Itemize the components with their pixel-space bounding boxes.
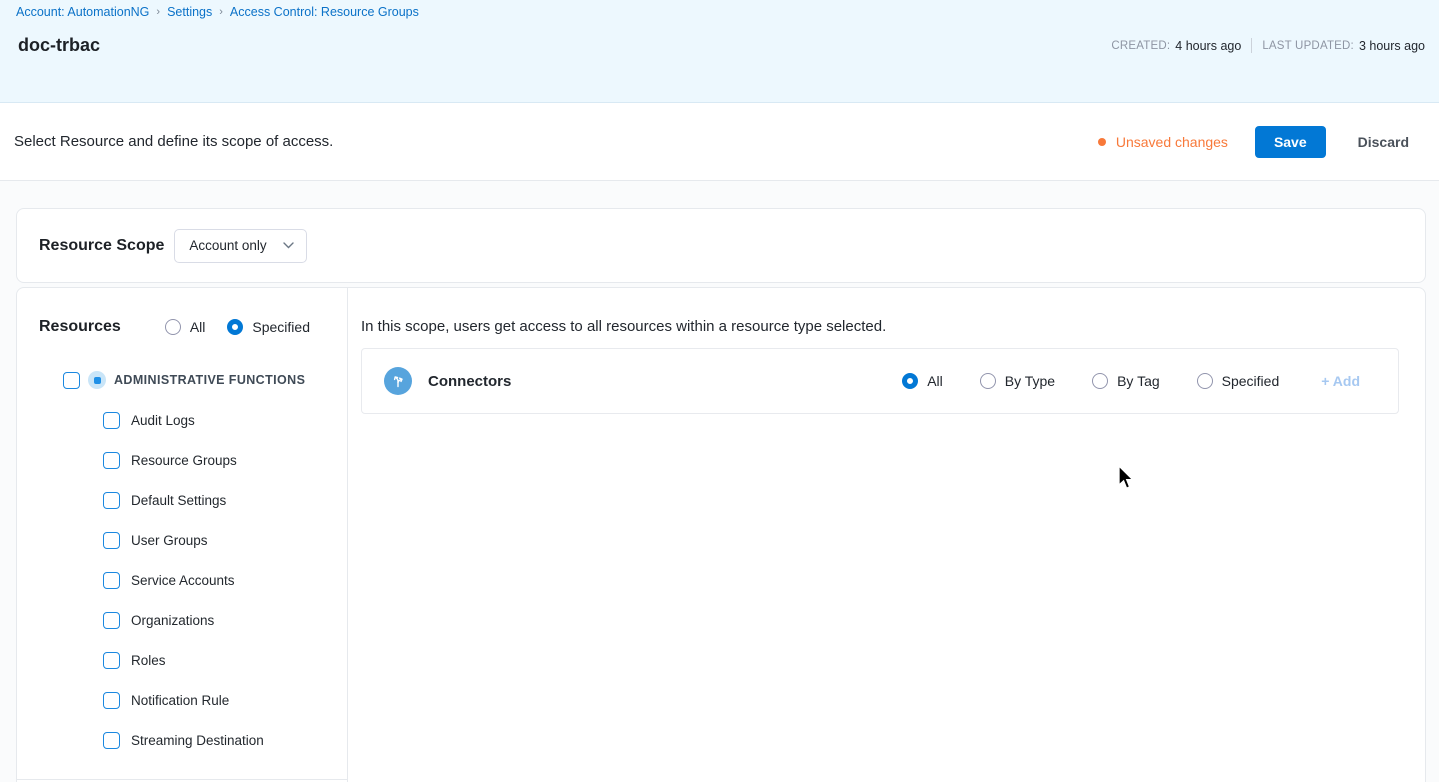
toolbar-actions: Unsaved changes Save Discard: [1097, 125, 1409, 158]
resources-title: Resources: [39, 318, 121, 335]
resource-type-tree: ADMINISTRATIVE FUNCTIONS Audit Logs Reso…: [17, 360, 347, 760]
resources-panel: Resources All Specified ADMINISTRATIVE F…: [17, 288, 348, 782]
group-administrative-functions: ADMINISTRATIVE FUNCTIONS: [17, 360, 347, 400]
breadcrumb-separator-icon: ›: [156, 6, 161, 18]
group-checkbox[interactable]: [63, 371, 80, 389]
radio-icon[interactable]: [1092, 373, 1109, 389]
group-label: ADMINISTRATIVE FUNCTIONS: [114, 373, 306, 387]
option-by-tag-label: By Tag: [1117, 373, 1160, 389]
add-button[interactable]: + Add: [1321, 373, 1360, 389]
list-item-organizations: Organizations: [17, 600, 347, 640]
resource-group-detail-page: Account: AutomationNG › Settings › Acces…: [0, 0, 1439, 782]
connectors-access-options: All By Type By Tag Specified + Add: [902, 373, 1360, 389]
resource-scope-card: Resource Scope Account only: [16, 208, 1426, 283]
option-by-tag[interactable]: By Tag: [1092, 373, 1160, 389]
discard-button[interactable]: Discard: [1358, 134, 1409, 150]
resource-scope-title: Resource Scope: [39, 236, 165, 254]
toolbar-description: Select Resource and define its scope of …: [14, 133, 334, 150]
item-label: Service Accounts: [131, 572, 235, 588]
item-checkbox[interactable]: [103, 411, 120, 429]
radio-all[interactable]: All: [164, 319, 206, 335]
unsaved-dot-icon: [1097, 137, 1106, 146]
option-specified[interactable]: Specified: [1196, 373, 1280, 389]
title-row: doc-trbac CREATED: 4 hours ago LAST UPDA…: [16, 35, 1425, 56]
list-item-user-groups: User Groups: [17, 520, 347, 560]
page-title: doc-trbac: [18, 35, 101, 55]
list-item-audit-logs: Audit Logs: [17, 400, 347, 440]
radio-all-label: All: [189, 319, 206, 335]
list-item-streaming-destination: Streaming Destination: [17, 720, 347, 760]
radio-icon[interactable]: [164, 319, 181, 335]
resources-scope-radio-group: All Specified: [164, 319, 310, 335]
radio-selected-icon[interactable]: [902, 373, 919, 389]
item-checkbox[interactable]: [103, 571, 120, 589]
scope-detail-panel: In this scope, users get access to all r…: [348, 288, 1425, 782]
toolbar: Select Resource and define its scope of …: [0, 103, 1439, 181]
item-checkbox[interactable]: [103, 651, 120, 669]
list-item-roles: Roles: [17, 640, 347, 680]
connectors-row: Connectors All By Type By Tag Specified …: [361, 348, 1399, 414]
breadcrumb: Account: AutomationNG › Settings › Acces…: [16, 5, 1425, 19]
created-value: 4 hours ago: [1175, 38, 1242, 53]
item-label: Organizations: [131, 612, 215, 628]
item-checkbox[interactable]: [103, 531, 120, 549]
breadcrumb-separator-icon: ›: [219, 6, 223, 18]
list-item-resource-groups: Resource Groups: [17, 440, 347, 480]
radio-specified-label: Specified: [252, 319, 310, 335]
created-label: CREATED:: [1111, 39, 1171, 52]
item-checkbox[interactable]: [103, 731, 120, 749]
breadcrumb-settings-link[interactable]: Settings: [167, 5, 212, 19]
item-label: Resource Groups: [131, 452, 237, 468]
option-all[interactable]: All: [902, 373, 943, 389]
page-header: Account: AutomationNG › Settings › Acces…: [0, 0, 1439, 103]
breadcrumb-access-control-link[interactable]: Access Control: Resource Groups: [230, 5, 419, 19]
radio-selected-icon[interactable]: [227, 319, 244, 335]
unsaved-changes-status: Unsaved changes: [1097, 133, 1228, 150]
item-label: Notification Rule: [131, 692, 230, 708]
resource-scope-dropdown[interactable]: Account only: [174, 228, 307, 263]
timestamps: CREATED: 4 hours ago LAST UPDATED: 3 hou…: [1111, 38, 1425, 53]
radio-specified[interactable]: Specified: [227, 319, 310, 335]
group-toggle-icon[interactable]: [88, 371, 106, 389]
connectors-fork-arrows-icon: [384, 367, 412, 395]
item-checkbox[interactable]: [103, 491, 120, 509]
toggle-dot-icon: [93, 376, 101, 384]
item-label: Streaming Destination: [131, 732, 264, 748]
option-by-type[interactable]: By Type: [979, 373, 1056, 389]
list-item-notification-rule: Notification Rule: [17, 680, 347, 720]
list-item-service-accounts: Service Accounts: [17, 560, 347, 600]
option-all-label: All: [927, 373, 943, 389]
chevron-down-icon: [282, 242, 294, 249]
resources-header: Resources All Specified: [17, 288, 347, 336]
connectors-label: Connectors: [428, 372, 512, 390]
breadcrumb-account-link[interactable]: Account: AutomationNG: [16, 5, 149, 19]
item-checkbox[interactable]: [103, 611, 120, 629]
list-item-default-settings: Default Settings: [17, 480, 347, 520]
item-checkbox[interactable]: [103, 691, 120, 709]
last-updated-label: LAST UPDATED:: [1262, 39, 1354, 52]
resources-card: Resources All Specified ADMINISTRATIVE F…: [16, 287, 1426, 782]
radio-icon[interactable]: [979, 373, 996, 389]
content: Resource Scope Account only Resources Al…: [0, 181, 1439, 782]
radio-icon[interactable]: [1196, 373, 1213, 389]
item-label: Default Settings: [131, 492, 227, 508]
unsaved-changes-label: Unsaved changes: [1115, 133, 1228, 150]
item-label: Audit Logs: [131, 412, 195, 428]
item-label: Roles: [131, 652, 166, 668]
option-specified-label: Specified: [1221, 373, 1280, 389]
option-by-type-label: By Type: [1004, 373, 1056, 389]
save-button[interactable]: Save: [1254, 125, 1326, 158]
item-checkbox[interactable]: [103, 451, 120, 469]
last-updated-value: 3 hours ago: [1358, 38, 1425, 53]
scope-description: In this scope, users get access to all r…: [361, 318, 887, 335]
item-label: User Groups: [131, 532, 208, 548]
meta-divider: [1251, 38, 1253, 53]
resource-scope-selected-value: Account only: [189, 238, 267, 253]
